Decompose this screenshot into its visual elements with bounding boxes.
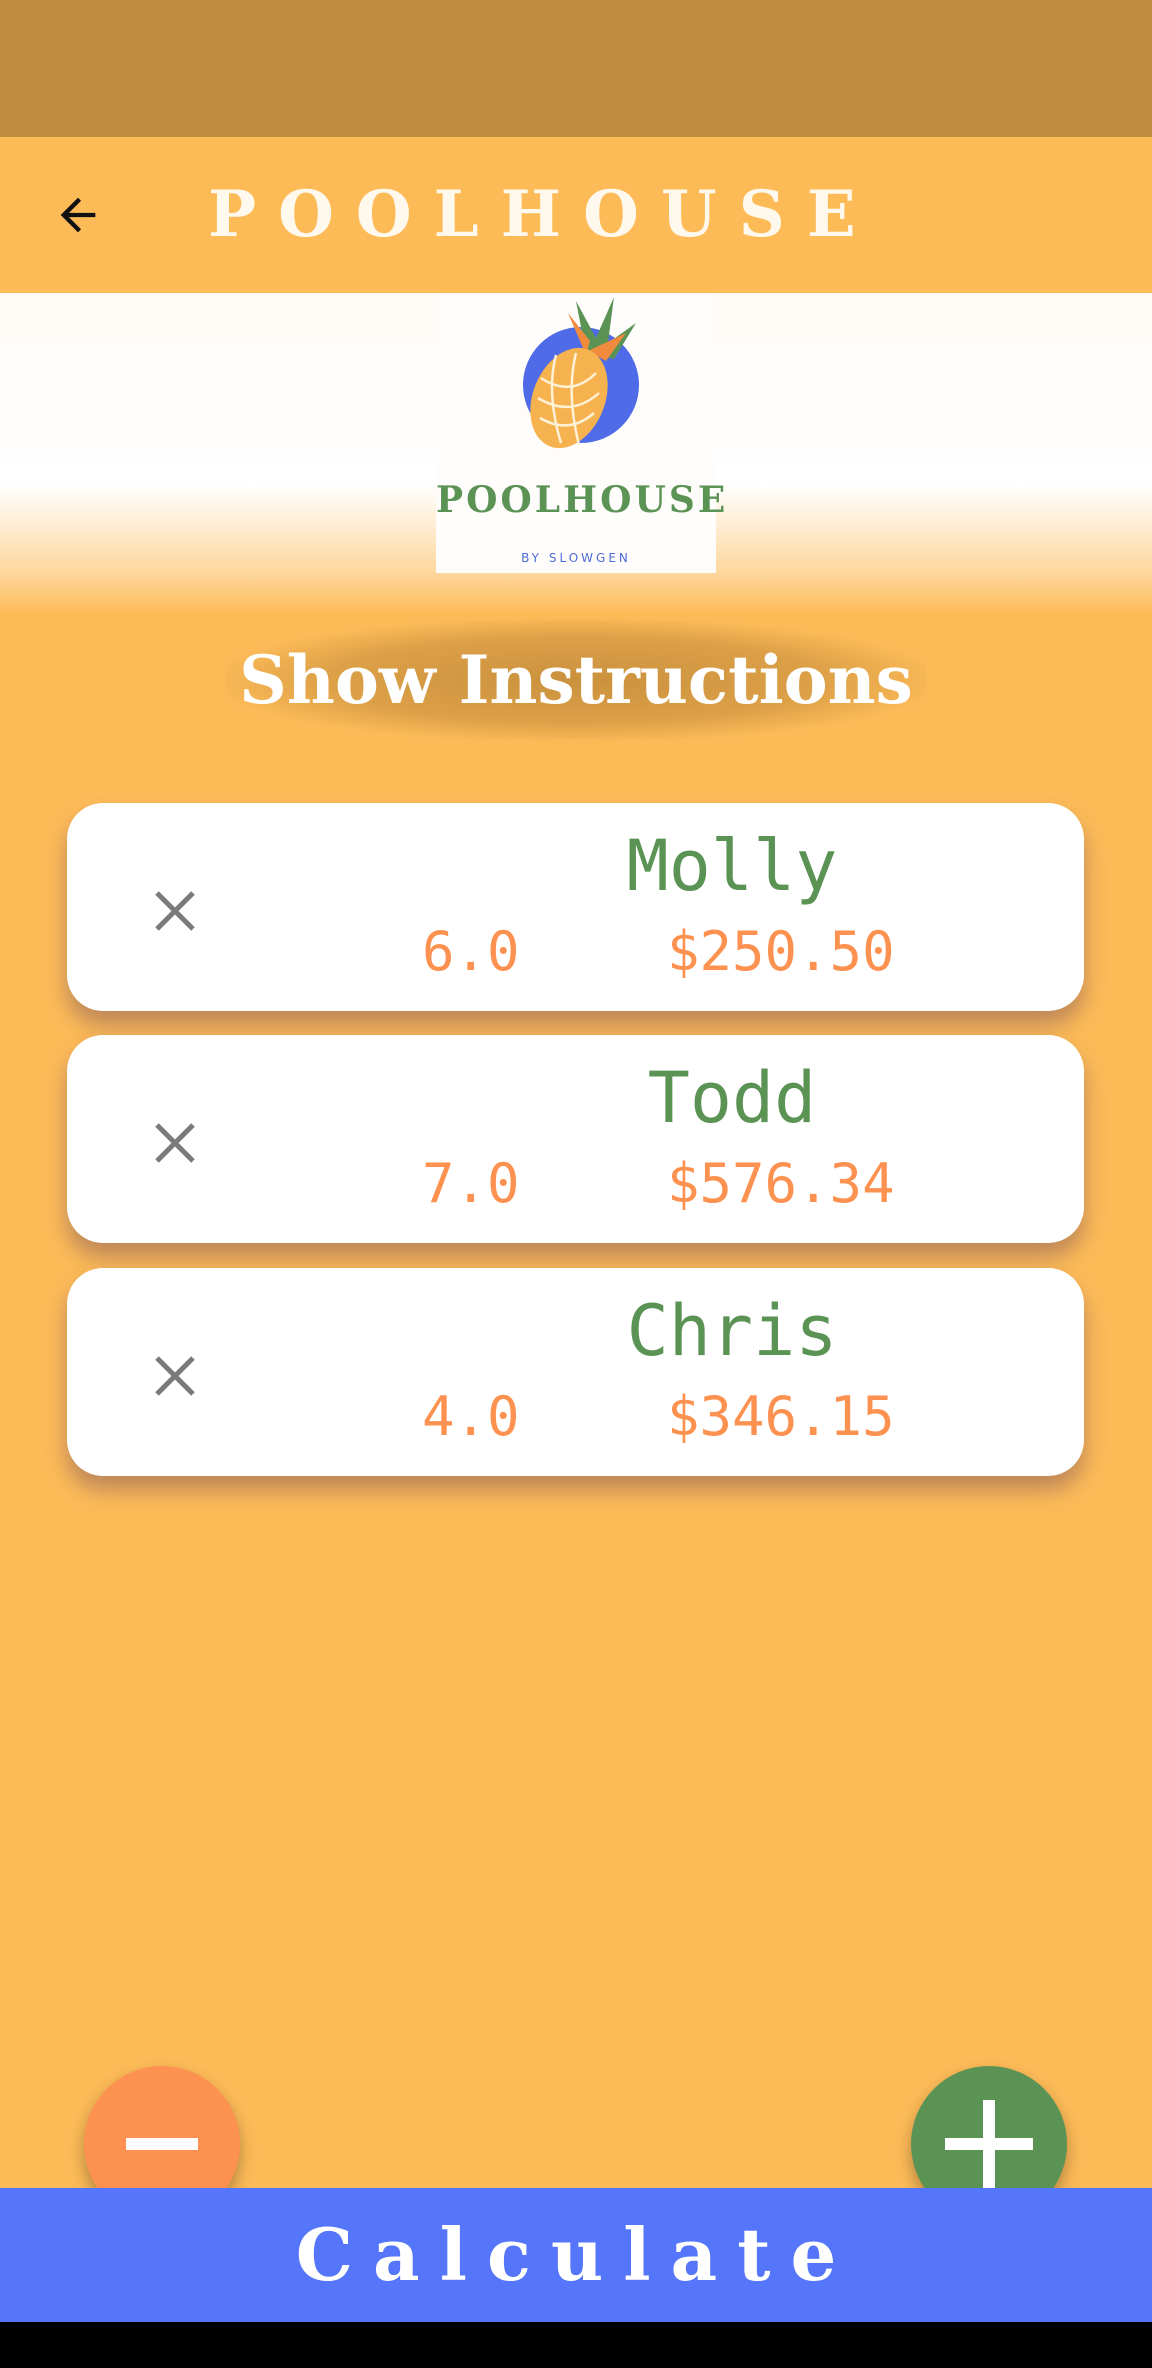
- remove-person-button[interactable]: [147, 1348, 203, 1404]
- person-card: Todd 7.0 $576.34: [67, 1035, 1084, 1243]
- person-amount: $250.50: [667, 920, 895, 983]
- logo-wordmark: POOLHOUSE: [436, 479, 729, 521]
- close-icon: [155, 891, 195, 931]
- navigation-bar: [0, 2322, 1152, 2368]
- close-icon: [155, 1356, 195, 1396]
- person-card: Chris 4.0 $346.15: [67, 1268, 1084, 1476]
- app-bar: POOLHOUSE: [0, 137, 1152, 293]
- remove-person-button[interactable]: [147, 1115, 203, 1171]
- calculate-button[interactable]: Calculate: [0, 2188, 1152, 2322]
- person-card: Molly 6.0 $250.50: [67, 803, 1084, 1011]
- logo-subtitle: BY SLOWGEN: [521, 551, 631, 565]
- calculate-label: Calculate: [295, 2212, 857, 2297]
- close-icon: [155, 1123, 195, 1163]
- person-amount: $346.15: [667, 1385, 895, 1448]
- remove-person-button[interactable]: [147, 883, 203, 939]
- person-name: Todd: [647, 1057, 817, 1139]
- arrow-left-icon: [60, 197, 96, 233]
- person-hours: 7.0: [422, 1152, 520, 1215]
- logo-banner: POOLHOUSE BY SLOWGEN: [0, 293, 1152, 613]
- plus-icon: [945, 2100, 1033, 2188]
- pineapple-logo-icon: [523, 297, 639, 449]
- back-button[interactable]: [40, 177, 116, 253]
- minus-icon: [126, 2138, 198, 2150]
- show-instructions-button[interactable]: Show Instructions: [226, 620, 926, 740]
- app-title: POOLHOUSE: [208, 177, 878, 252]
- person-amount: $576.34: [667, 1152, 895, 1215]
- person-name: Molly: [626, 825, 838, 907]
- person-name: Chris: [626, 1290, 838, 1372]
- person-hours: 6.0: [422, 920, 520, 983]
- logo: POOLHOUSE BY SLOWGEN: [436, 293, 729, 573]
- person-hours: 4.0: [422, 1385, 520, 1448]
- status-bar: [0, 0, 1152, 137]
